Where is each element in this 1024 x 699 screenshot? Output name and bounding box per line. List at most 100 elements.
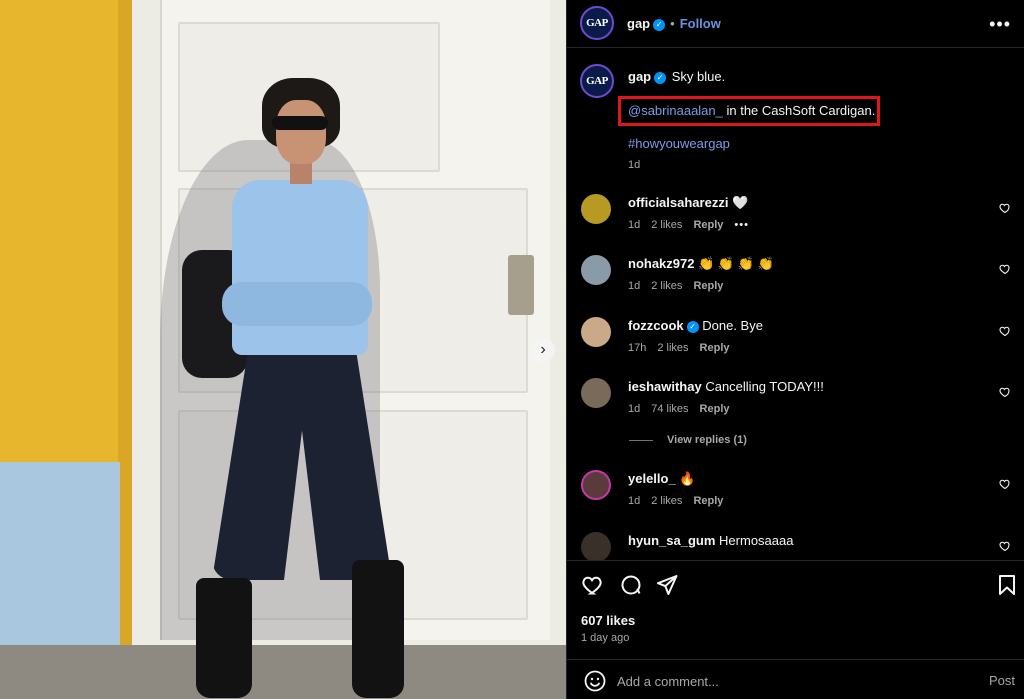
post-header: GAP gap ✓ • Follow ••• (567, 0, 1024, 48)
reply-button[interactable]: Reply (700, 342, 730, 354)
view-replies-button[interactable]: View replies (1) (629, 434, 747, 446)
mention-link[interactable]: @sabrinaaalan_ (628, 103, 723, 118)
heart-icon[interactable] (999, 263, 1011, 275)
verified-badge-icon: ✓ (686, 320, 699, 333)
comment-likes[interactable]: 2 likes (651, 219, 682, 231)
likes-count[interactable]: 607 likes (581, 613, 635, 628)
comment-username[interactable]: nohakz972 (628, 256, 694, 271)
avatar[interactable] (581, 194, 611, 224)
hashtag-line: #howyouweargap (628, 136, 730, 151)
header-username[interactable]: gap (627, 16, 650, 31)
avatar[interactable] (581, 532, 611, 560)
post-photo[interactable]: › (0, 0, 566, 699)
comment-text: 👏 👏 👏 👏 (698, 256, 774, 271)
comment-text: Hermosaaaa (719, 533, 794, 548)
comment-meta: 1d 2 likes Reply (628, 495, 734, 507)
comment-text-row: officialsaharezzi 🤍 (628, 195, 748, 211)
comment-meta: 1d 2 likes Reply ••• (628, 219, 760, 231)
view-replies-line (629, 439, 653, 441)
heart-icon[interactable] (999, 202, 1011, 214)
comment-likes[interactable]: 2 likes (651, 280, 682, 292)
comment-text: 🔥 (679, 471, 696, 486)
photo-sunglasses (272, 116, 328, 130)
comment-text-row: hyun_sa_gum Hermosaaaa (628, 533, 793, 548)
photo-boot-right (352, 560, 404, 698)
caption-text: Sky blue. (671, 69, 726, 84)
more-options-button[interactable]: ••• (989, 14, 1011, 35)
heart-icon[interactable] (999, 325, 1011, 337)
comment-text: Cancelling TODAY!!! (705, 379, 824, 394)
avatar-text: GAP (586, 17, 608, 29)
reply-button[interactable]: Reply (700, 403, 730, 415)
post-actions: 607 likes 1 day ago Post (567, 560, 1024, 699)
comment-meta: 1d 2 likes Reply (628, 280, 734, 292)
post-comment-button[interactable]: Post (989, 673, 1015, 688)
comment-meta: 17h 2 likes Reply (628, 342, 741, 354)
caption-avatar[interactable]: GAP (580, 64, 614, 98)
comment-time: 1d (628, 403, 641, 415)
comment-text-row: nohakz972 👏 👏 👏 👏 (628, 256, 774, 272)
next-photo-button[interactable]: › (531, 338, 555, 362)
emoji-icon[interactable] (583, 669, 607, 693)
comment-text: 🤍 (732, 195, 749, 210)
header-separator: • (670, 16, 675, 31)
caption-username[interactable]: gap (628, 69, 651, 84)
comment-username[interactable]: yelello_ (628, 471, 676, 486)
photo-door-handle (508, 255, 534, 315)
comment-username[interactable]: ieshawithay (628, 379, 702, 394)
heart-icon[interactable] (999, 540, 1011, 552)
comment-meta: 1d 74 likes Reply (628, 403, 741, 415)
verified-badge-icon: ✓ (654, 71, 667, 84)
chevron-right-icon: › (540, 341, 546, 358)
avatar[interactable] (581, 255, 611, 285)
avatar[interactable] (581, 470, 611, 500)
post-age: 1 day ago (581, 632, 630, 644)
comment-time: 1d (628, 219, 641, 231)
heart-icon[interactable] (999, 386, 1011, 398)
follow-button[interactable]: Follow (680, 16, 721, 31)
comment-likes[interactable]: 2 likes (657, 342, 688, 354)
instagram-post: › GAP gap ✓ • Follow ••• GAP gap ✓ Sky blue.… (0, 0, 1024, 699)
comment-username[interactable]: officialsaharezzi (628, 195, 728, 210)
photo-boot-left (196, 578, 252, 698)
reply-button[interactable]: Reply (693, 280, 723, 292)
photo-sweater (232, 180, 368, 355)
ellipsis-horizontal-icon: ••• (989, 14, 1011, 34)
caption-mention-rest: in the CashSoft Cardigan. (722, 103, 876, 118)
photo-arms (222, 282, 372, 326)
photo-ground (0, 645, 566, 699)
comment-likes[interactable]: 74 likes (651, 403, 688, 415)
caption-first-line: gap ✓ Sky blue. (628, 69, 725, 84)
post-side-panel: GAP gap ✓ • Follow ••• GAP gap ✓ Sky blue. @… (566, 0, 1024, 699)
avatar-text: GAP (586, 75, 608, 87)
comment-more-button[interactable]: ••• (734, 219, 749, 231)
hashtag-link[interactable]: #howyouweargap (628, 136, 730, 151)
photo-face (276, 100, 326, 164)
comment-text-row: yelello_ 🔥 (628, 471, 696, 487)
verified-badge-icon: ✓ (653, 18, 666, 31)
comment-likes[interactable]: 2 likes (651, 495, 682, 507)
avatar[interactable] (581, 317, 611, 347)
comment-time: 1d (628, 495, 641, 507)
comment-item: hyun_sa_gum Hermosaaaa (581, 532, 1011, 560)
comment-time: 17h (628, 342, 647, 354)
bookmark-icon[interactable] (995, 573, 1019, 597)
add-comment-row: Post (567, 659, 1024, 699)
comment-text: Done. Bye (702, 318, 763, 333)
comment-username[interactable]: hyun_sa_gum (628, 533, 715, 548)
reply-button[interactable]: Reply (693, 495, 723, 507)
like-heart-icon[interactable] (581, 573, 605, 597)
reply-button[interactable]: Reply (693, 219, 723, 231)
comment-bubble-icon[interactable] (619, 573, 643, 597)
add-comment-input[interactable] (617, 672, 947, 690)
avatar[interactable]: GAP (580, 6, 614, 40)
photo-blue-wall (0, 462, 120, 672)
share-send-icon[interactable] (655, 573, 679, 597)
heart-icon[interactable] (999, 478, 1011, 490)
comment-text-row: ieshawithay Cancelling TODAY!!! (628, 379, 824, 394)
comment-text-row: fozzcook ✓ Done. Bye (628, 318, 763, 333)
avatar[interactable] (581, 378, 611, 408)
comment-username[interactable]: fozzcook (628, 318, 684, 333)
caption-time: 1d (628, 159, 641, 171)
view-replies-label: View replies (1) (667, 434, 747, 446)
